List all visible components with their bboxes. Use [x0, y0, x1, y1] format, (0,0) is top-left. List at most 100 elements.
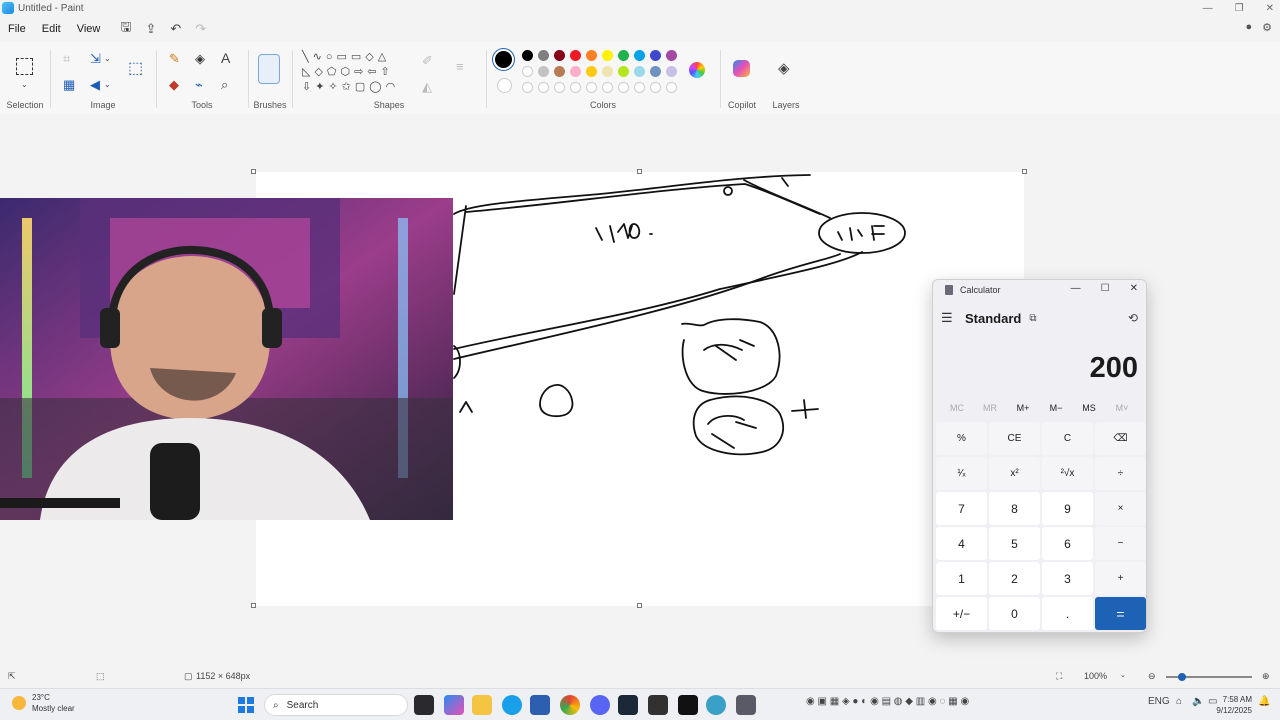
color-swatch[interactable]	[650, 50, 661, 61]
calculator-minimize-button[interactable]: —	[1071, 283, 1081, 294]
decimal-key[interactable]: .	[1042, 597, 1093, 630]
task-view-icon[interactable]	[414, 695, 434, 715]
color-swatch[interactable]	[666, 50, 677, 61]
zoom-in-icon[interactable]: ⊕	[1262, 671, 1270, 682]
zoom-dropdown-chevron-icon[interactable]: ⌄	[1120, 671, 1126, 679]
color-swatch[interactable]	[602, 50, 613, 61]
digit-5-key[interactable]: 5	[989, 527, 1040, 560]
text-tool-icon[interactable]: A	[221, 51, 230, 65]
subtract-key[interactable]: −	[1095, 527, 1146, 560]
discord-icon[interactable]	[590, 695, 610, 715]
secondary-color-swatch[interactable]	[497, 78, 512, 93]
menu-edit[interactable]: Edit	[34, 23, 69, 35]
language-indicator[interactable]: ENG	[1148, 696, 1170, 707]
custom-color-slot[interactable]	[538, 82, 549, 93]
color-swatch[interactable]	[586, 66, 597, 77]
minimize-button[interactable]: —	[1203, 3, 1213, 14]
divide-key[interactable]: ÷	[1095, 457, 1146, 490]
history-icon[interactable]: ⟲	[1128, 311, 1138, 325]
custom-color-slot[interactable]	[602, 82, 613, 93]
digit-1-key[interactable]: 1	[936, 562, 987, 595]
square-key[interactable]: x²	[989, 457, 1040, 490]
layers-icon[interactable]: ◈	[778, 61, 790, 76]
shape-style-icon[interactable]: ≡	[456, 60, 464, 74]
chrome-icon[interactable]	[560, 695, 580, 715]
custom-color-slot[interactable]	[650, 82, 661, 93]
zoom-slider-thumb[interactable]	[1178, 673, 1186, 681]
rotate-icon[interactable]: ◀	[90, 78, 100, 92]
save-icon[interactable]: 🖫	[120, 18, 131, 40]
clear-entry-key[interactable]: CE	[989, 422, 1040, 455]
image-select-icon[interactable]: ▦	[63, 78, 75, 92]
color-swatch[interactable]	[650, 66, 661, 77]
calculator-taskbar-icon[interactable]	[736, 695, 756, 715]
terminal-icon[interactable]	[678, 695, 698, 715]
close-button[interactable]: ✕	[1266, 3, 1274, 14]
negate-key[interactable]: +/−	[936, 597, 987, 630]
color-swatch[interactable]	[554, 50, 565, 61]
color-swatch[interactable]	[618, 66, 629, 77]
menu-view[interactable]: View	[69, 23, 109, 35]
backspace-key[interactable]: ⌫	[1095, 422, 1146, 455]
copilot-taskbar-icon[interactable]	[444, 695, 464, 715]
crop-icon[interactable]: ⌗	[63, 52, 70, 66]
clear-key[interactable]: C	[1042, 422, 1093, 455]
square-root-key[interactable]: ²√x	[1042, 457, 1093, 490]
digit-6-key[interactable]: 6	[1042, 527, 1093, 560]
system-clock[interactable]: 7:58 AM 9/12/2025	[1216, 694, 1252, 716]
taskbar-search[interactable]: ⌕ Search	[264, 694, 408, 716]
menu-file[interactable]: File	[0, 23, 34, 35]
digit-3-key[interactable]: 3	[1042, 562, 1093, 595]
color-swatch[interactable]	[634, 50, 645, 61]
digit-0-key[interactable]: 0	[989, 597, 1040, 630]
color-swatch[interactable]	[602, 66, 613, 77]
eraser-icon[interactable]: ◆	[169, 78, 179, 92]
paint-taskbar-icon[interactable]	[706, 695, 726, 715]
notification-bell-icon[interactable]: 🔔	[1258, 696, 1270, 707]
remove-background-icon[interactable]: ⬚	[128, 61, 143, 77]
custom-color-slot[interactable]	[618, 82, 629, 93]
custom-color-slot[interactable]	[554, 82, 565, 93]
start-button[interactable]	[238, 697, 254, 713]
percent-key[interactable]: %	[936, 422, 987, 455]
account-icon[interactable]: ●	[1245, 21, 1252, 34]
custom-color-slot[interactable]	[666, 82, 677, 93]
shapes-gallery[interactable]: ╲∿○▭▭◇△ ◺◇⬠⬡⇨⇦⇧ ⇩✦✧✩▢◯◠	[302, 50, 399, 95]
custom-color-slot[interactable]	[634, 82, 645, 93]
zoom-level[interactable]: 100%	[1084, 671, 1107, 681]
file-explorer-icon[interactable]	[472, 695, 492, 715]
memory-list-button[interactable]: M˅	[1108, 403, 1136, 413]
fit-to-window-icon[interactable]: ⛶	[1056, 671, 1062, 682]
hamburger-menu-icon[interactable]: ☰	[941, 310, 963, 326]
fill-bucket-icon[interactable]: ◈	[195, 52, 205, 66]
memory-recall-button[interactable]: MR	[976, 403, 1004, 413]
digit-8-key[interactable]: 8	[989, 492, 1040, 525]
color-swatch[interactable]	[618, 50, 629, 61]
resize-chevron-icon[interactable]: ⌄	[104, 52, 111, 66]
magnifier-icon[interactable]: ⌕	[221, 78, 228, 92]
memory-subtract-button[interactable]: M−	[1042, 403, 1070, 413]
digit-7-key[interactable]: 7	[936, 492, 987, 525]
weather-widget[interactable]: 23°C Mostly clear	[12, 692, 75, 714]
color-swatch[interactable]	[570, 66, 581, 77]
edge-icon[interactable]	[502, 695, 522, 715]
add-key[interactable]: +	[1095, 562, 1146, 595]
store-icon[interactable]	[530, 695, 550, 715]
color-swatch[interactable]	[538, 50, 549, 61]
zoom-out-icon[interactable]: ⊖	[1148, 671, 1156, 682]
keep-on-top-icon[interactable]: ⧉	[1029, 313, 1036, 324]
color-swatch[interactable]	[634, 66, 645, 77]
edit-colors-icon[interactable]	[689, 62, 705, 78]
color-swatch[interactable]	[522, 50, 533, 61]
color-swatch[interactable]	[522, 66, 533, 77]
memory-clear-button[interactable]: MC	[943, 403, 971, 413]
calculator-maximize-button[interactable]: ☐	[1101, 283, 1110, 294]
custom-color-slot[interactable]	[570, 82, 581, 93]
color-swatch[interactable]	[586, 50, 597, 61]
color-picker-icon[interactable]: ⌁	[195, 78, 203, 92]
restore-button[interactable]: ❐	[1235, 3, 1244, 14]
multiply-key[interactable]: ×	[1095, 492, 1146, 525]
equals-key[interactable]: =	[1095, 597, 1146, 630]
share-icon[interactable]: ⇪	[145, 21, 156, 37]
undo-icon[interactable]: ↶	[170, 21, 181, 37]
